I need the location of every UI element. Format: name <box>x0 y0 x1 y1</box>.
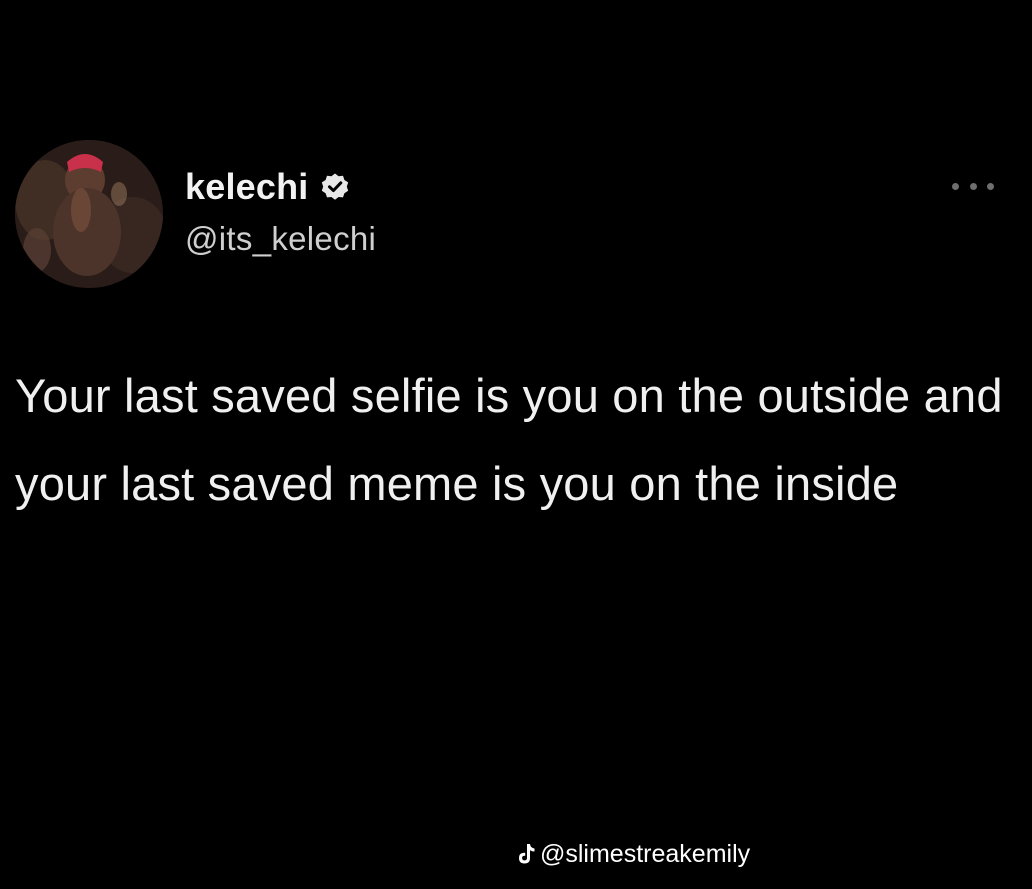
user-handle[interactable]: @its_kelechi <box>185 220 376 258</box>
tweet-card: kelechi @its_kelechi Your last saved sel… <box>0 0 1032 889</box>
more-dot <box>987 182 994 190</box>
watermark-username: @slimestreakemily <box>540 839 751 868</box>
watermark: @slimestreakemily <box>516 838 750 870</box>
verified-badge-icon <box>320 172 350 202</box>
tweet-text: Your last saved selfie is you on the out… <box>15 369 1003 510</box>
tiktok-icon <box>516 842 536 866</box>
author-row: kelechi <box>185 162 350 212</box>
avatar[interactable] <box>15 140 163 288</box>
more-dot <box>952 182 959 190</box>
more-dot <box>969 182 977 190</box>
display-name[interactable]: kelechi <box>185 166 308 208</box>
avatar-photo <box>15 140 163 288</box>
more-options-icon[interactable] <box>952 176 994 196</box>
